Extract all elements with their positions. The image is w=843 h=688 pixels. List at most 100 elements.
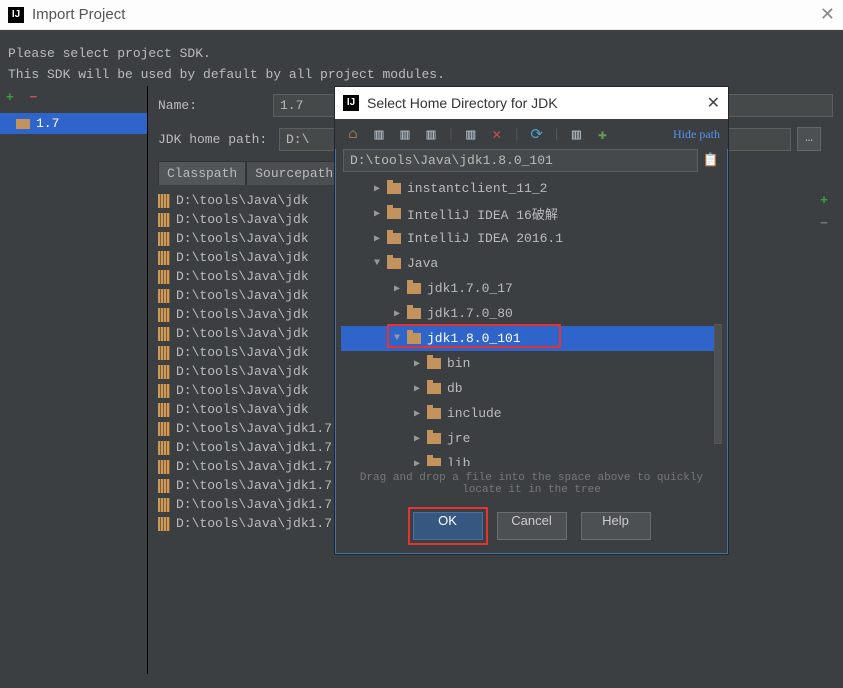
window-titlebar: IJ Import Project ✕ (0, 0, 843, 30)
desktop-icon[interactable]: ▥ (369, 124, 389, 144)
tree-node[interactable]: ▶ jre (341, 426, 722, 451)
tree-node[interactable]: ▶ include (341, 401, 722, 426)
library-icon (158, 365, 170, 379)
clipboard-icon[interactable]: 📋 (702, 153, 720, 168)
tree-label: bin (447, 356, 470, 371)
folder-icon (387, 233, 401, 244)
dialog-toolbar: ⌂ ▥ ▥ ▥ | ▥ ✕ | ⟳ | ▥ ✚ Hide path (335, 119, 728, 149)
tree-node[interactable]: ▶instantclient_11_2 (341, 176, 722, 201)
tree-arrow-icon[interactable]: ▶ (371, 208, 383, 220)
add-classpath-icon[interactable]: + (815, 193, 833, 208)
library-icon (158, 517, 170, 531)
classpath-path: D:\tools\Java\jdk (176, 326, 309, 341)
tree-label: lib (447, 456, 470, 466)
folder-icon (407, 283, 421, 294)
window-close-icon[interactable]: ✕ (820, 4, 835, 25)
delete-icon[interactable]: ✕ (487, 124, 507, 144)
tree-node[interactable]: ▶ bin (341, 351, 722, 376)
library-icon (158, 232, 170, 246)
tree-node[interactable]: ▶ IntelliJ IDEA 2016.1 (341, 226, 722, 251)
drag-hint: Drag and drop a file into the space abov… (335, 466, 728, 502)
library-icon (158, 308, 170, 322)
tree-arrow-icon[interactable]: ▶ (371, 233, 383, 245)
remove-sdk-icon[interactable]: − (30, 90, 38, 105)
library-icon (158, 327, 170, 341)
scrollbar[interactable] (714, 324, 722, 444)
tree-node[interactable]: ▶ db (341, 376, 722, 401)
folder-icon (427, 408, 441, 419)
classpath-path: D:\tools\Java\jdk (176, 231, 309, 246)
library-icon (158, 251, 170, 265)
library-icon (158, 346, 170, 360)
home-icon[interactable]: ⌂ (343, 124, 363, 144)
module-icon[interactable]: ▥ (421, 124, 441, 144)
tree-arrow-icon[interactable]: ▶ (411, 408, 423, 420)
tree-arrow-icon[interactable]: ▶ (371, 183, 383, 195)
hide-path-link[interactable]: Hide path (673, 127, 720, 142)
classpath-path: D:\tools\Java\jdk (176, 364, 309, 379)
tree-arrow-icon[interactable]: ▶ (411, 383, 423, 395)
help-button[interactable]: Help (581, 512, 651, 540)
library-icon (158, 479, 170, 493)
tree-label: include (447, 406, 502, 421)
ok-button[interactable]: OK (413, 512, 483, 540)
library-icon (158, 213, 170, 227)
tree-node[interactable]: ▶ lib (341, 451, 722, 466)
cancel-button[interactable]: Cancel (497, 512, 567, 540)
directory-tree[interactable]: ▶instantclient_11_2▶IntelliJ IDEA 16破解▶I… (341, 176, 722, 466)
folder-icon (427, 358, 441, 369)
folder-icon (387, 183, 401, 194)
tab-classpath[interactable]: Classpath (158, 161, 246, 185)
library-icon (158, 194, 170, 208)
tree-label: IntelliJ IDEA 2016.1 (407, 231, 563, 246)
tree-label: IntelliJ IDEA 16破解 (407, 204, 558, 223)
classpath-path: D:\tools\Java\jdk (176, 288, 309, 303)
tree-node[interactable]: ▶ jdk1.7.0_17 (341, 276, 722, 301)
project-icon[interactable]: ▥ (395, 124, 415, 144)
select-home-dialog: IJ Select Home Directory for JDK ✕ ⌂ ▥ ▥… (334, 86, 729, 555)
name-label: Name: (158, 98, 273, 113)
tree-arrow-icon[interactable]: ▼ (371, 258, 383, 269)
tree-arrow-icon[interactable]: ▶ (411, 358, 423, 370)
sidebar-item-sdk[interactable]: 1.7 (0, 113, 147, 134)
remove-classpath-icon[interactable]: − (820, 216, 828, 231)
tree-node[interactable]: ▼jdk1.8.0_101 (341, 326, 722, 351)
show-hidden-icon[interactable]: ▥ (566, 124, 586, 144)
library-icon (158, 422, 170, 436)
sidebar-item-label: 1.7 (36, 116, 59, 131)
tree-arrow-icon[interactable]: ▶ (391, 283, 403, 295)
app-logo-icon: IJ (8, 7, 24, 23)
dialog-close-icon[interactable]: ✕ (707, 93, 720, 113)
window-title: Import Project (32, 0, 125, 30)
new-folder-icon[interactable]: ▥ (461, 124, 481, 144)
home-path-label: JDK home path: (158, 132, 273, 147)
browse-button[interactable]: … (797, 127, 821, 151)
tree-node[interactable]: ▶ IntelliJ IDEA 16破解 (341, 201, 722, 226)
tree-label: db (447, 381, 463, 396)
classpath-path: D:\tools\Java\jdk (176, 402, 309, 417)
classpath-path: D:\tools\Java\jdk (176, 383, 309, 398)
library-icon (158, 403, 170, 417)
folder-icon (16, 119, 30, 129)
sdk-sidebar: + − 1.7 (0, 86, 148, 674)
tree-arrow-icon[interactable]: ▶ (411, 458, 423, 467)
add-sdk-icon[interactable]: + (6, 90, 14, 105)
tree-label: jdk1.7.0_80 (427, 306, 513, 321)
library-icon (158, 460, 170, 474)
tree-arrow-icon[interactable]: ▼ (391, 333, 403, 344)
classpath-path: D:\tools\Java\jdk (176, 193, 309, 208)
library-icon (158, 498, 170, 512)
tab-sourcepath[interactable]: Sourcepath (246, 161, 342, 185)
refresh-icon[interactable]: ⟳ (527, 124, 547, 144)
tree-node[interactable]: ▼Java (341, 251, 722, 276)
tree-node[interactable]: ▶ jdk1.7.0_80 (341, 301, 722, 326)
folder-icon (407, 308, 421, 319)
tree-arrow-icon[interactable]: ▶ (411, 433, 423, 445)
library-icon (158, 270, 170, 284)
folder-icon (407, 333, 421, 344)
tree-arrow-icon[interactable]: ▶ (391, 308, 403, 320)
tree-label: jdk1.7.0_17 (427, 281, 513, 296)
tree-label: jre (447, 431, 470, 446)
path-field[interactable]: D:\tools\Java\jdk1.8.0_101 (343, 149, 698, 172)
expand-icon[interactable]: ✚ (592, 124, 612, 144)
